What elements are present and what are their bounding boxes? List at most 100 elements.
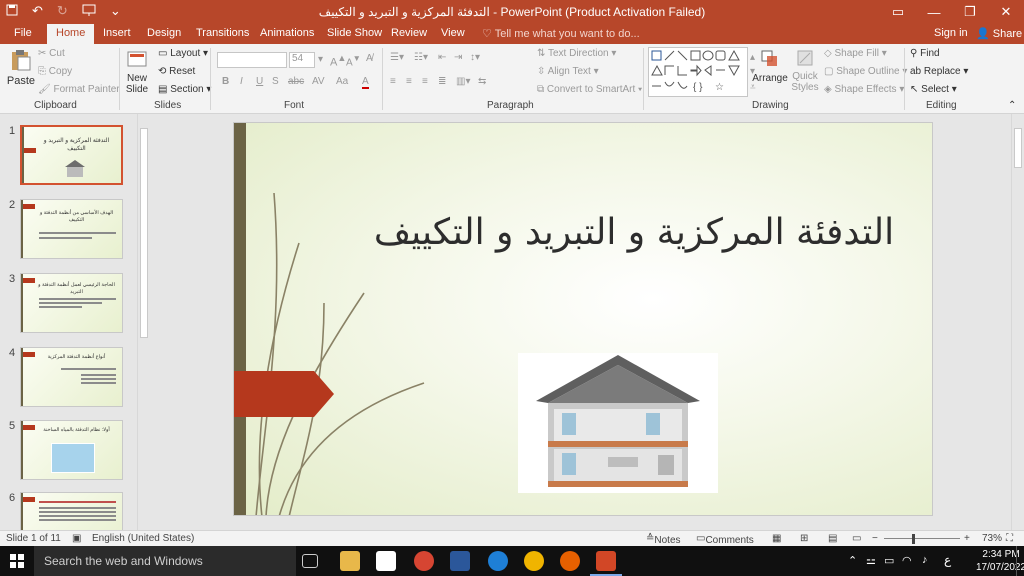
normal-view-icon[interactable]: ▦ (772, 533, 781, 544)
new-slide-button[interactable]: New Slide (124, 48, 150, 95)
zoom-slider-thumb[interactable] (912, 534, 915, 544)
tab-slide-show[interactable]: Slide Show (327, 27, 382, 39)
input-language[interactable]: ع (944, 553, 951, 567)
minimize-icon[interactable]: — (916, 0, 952, 24)
layout-button[interactable]: ▭ Layout ▾ (158, 48, 208, 59)
font-name-input[interactable] (217, 52, 287, 68)
slide-thumbnail-4[interactable]: أنواع أنظمة التدفئة المركزية (20, 347, 123, 407)
change-case-button[interactable]: Aa (336, 76, 348, 87)
tab-transitions[interactable]: Transitions (196, 27, 249, 39)
line-spacing-icon[interactable]: ↕▾ (470, 52, 480, 63)
battery-icon[interactable]: ▭ (884, 554, 894, 567)
windows-start-icon[interactable] (10, 554, 24, 568)
paste-button[interactable]: Paste (6, 48, 36, 98)
shrink-font-button[interactable]: A▼ (346, 53, 361, 68)
close-icon[interactable]: ✕ (988, 0, 1024, 24)
cut-button[interactable]: ✂ Cut (38, 48, 65, 59)
underline-button[interactable]: U (256, 76, 263, 87)
show-desktop-button[interactable] (1016, 546, 1017, 576)
font-color-button[interactable]: A (362, 76, 369, 89)
slideshow-view-icon[interactable]: ▭ (852, 533, 861, 544)
zoom-level[interactable]: 73% (982, 533, 1002, 544)
tab-view[interactable]: View (441, 27, 465, 39)
justify-icon[interactable]: ≣ (438, 76, 446, 87)
zoom-slider[interactable] (884, 538, 960, 539)
text-direction-button[interactable]: ⇅ Text Direction ▾ (537, 48, 616, 59)
firefox-icon[interactable] (560, 551, 580, 571)
shape-effects-button[interactable]: ◈ Shape Effects ▾ (824, 84, 904, 95)
align-right-icon[interactable]: ≡ (422, 76, 428, 87)
shadow-button[interactable]: S (272, 76, 279, 87)
house-image[interactable] (518, 353, 718, 493)
tray-chevron-icon[interactable]: ⌃ (848, 554, 857, 567)
bullets-icon[interactable]: ☰▾ (390, 52, 404, 63)
shape-outline-button[interactable]: ▢ Shape Outline ▾ (824, 66, 907, 77)
zoom-in-icon[interactable]: + (964, 533, 970, 544)
copy-button[interactable]: ⎘ Copy (38, 66, 72, 77)
grow-font-button[interactable]: A▲ (330, 53, 346, 69)
notes-button[interactable]: ≙ Notes (646, 533, 681, 546)
maximize-icon[interactable]: ❐ (952, 0, 988, 24)
increase-indent-icon[interactable]: ⇥ (454, 52, 462, 63)
align-center-icon[interactable]: ≡ (406, 76, 412, 87)
decrease-indent-icon[interactable]: ⇤ (438, 52, 446, 63)
section-button[interactable]: ▤ Section ▾ (158, 84, 211, 95)
convert-smartart-button[interactable]: ⧉ Convert to SmartArt ▾ (537, 84, 642, 95)
word-icon[interactable] (450, 551, 470, 571)
sign-in-link[interactable]: Sign in (934, 27, 968, 39)
tab-home[interactable]: Home (47, 24, 95, 44)
italic-button[interactable]: I (240, 76, 243, 87)
thumbnails-scrollbar[interactable] (137, 114, 149, 530)
chrome-icon[interactable] (414, 551, 434, 571)
replace-button[interactable]: ab Replace ▾ (910, 66, 968, 77)
align-left-icon[interactable]: ≡ (390, 76, 396, 87)
spellcheck-icon[interactable]: ▣ (72, 533, 81, 544)
clear-formatting-icon[interactable]: A̸ (366, 53, 373, 64)
store-icon[interactable] (376, 551, 396, 571)
volume-icon[interactable]: ♪ (922, 554, 928, 566)
task-view-icon[interactable] (302, 554, 318, 568)
tell-me-box[interactable]: ♡ Tell me what you want to do... (482, 27, 640, 40)
language-indicator[interactable]: English (United States) (92, 533, 194, 544)
strikethrough-button[interactable]: abc (288, 76, 304, 87)
slide-thumbnail-5[interactable]: أولا: نظام التدفئة بالمياه الساخنة (20, 420, 123, 480)
shape-fill-button[interactable]: ◇ Shape Fill ▾ (824, 48, 887, 59)
zoom-out-icon[interactable]: − (872, 533, 878, 544)
font-size-dropdown[interactable]: ▾ (318, 54, 323, 65)
taskbar-search-input[interactable]: Search the web and Windows (34, 546, 296, 576)
slide-thumbnail-2[interactable]: الهدف الأساسي من أنظمة التدفئة و التكييف (20, 199, 123, 259)
slide-thumbnail-6[interactable] (20, 492, 123, 530)
comments-button[interactable]: ▭ Comments (696, 533, 754, 546)
rtl-icon[interactable]: ⇆ (478, 76, 486, 87)
wifi-icon[interactable]: ◠ (902, 554, 912, 567)
select-button[interactable]: ↖ Select ▾ (910, 84, 957, 95)
find-button[interactable]: ⚲ Find (910, 48, 940, 59)
slide-thumbnail-1[interactable]: التدفئة المركزية و التبريد و التكييف (20, 125, 123, 185)
file-explorer-icon[interactable] (340, 551, 360, 571)
arrange-button[interactable]: Arrange (752, 48, 788, 84)
align-text-button[interactable]: ⇳ Align Text ▾ (537, 66, 599, 77)
browser-icon[interactable] (524, 551, 544, 571)
shapes-gallery[interactable]: { } ☆ (648, 47, 748, 97)
collapse-ribbon-icon[interactable]: ⌃ (1008, 100, 1016, 111)
font-size-input[interactable]: 54 (289, 52, 315, 68)
tab-animations[interactable]: Animations (260, 27, 314, 39)
slide-thumbnail-3[interactable]: الحاجة الرئيسي لعمل أنظمة التدفئة و التب… (20, 273, 123, 333)
format-painter-button[interactable]: 🖌 Format Painter (38, 84, 120, 95)
edge-icon[interactable] (488, 551, 508, 571)
tab-design[interactable]: Design (147, 27, 181, 39)
tab-review[interactable]: Review (391, 27, 427, 39)
slide-scrollbar[interactable] (1011, 114, 1024, 530)
fit-slide-icon[interactable]: ⛶ (1006, 533, 1013, 544)
ribbon-display-icon[interactable]: ▭ (880, 0, 916, 24)
slide-title[interactable]: التدفئة المركزية و التبريد و التكييف (364, 209, 904, 257)
network-icon[interactable]: ⚍ (866, 554, 876, 567)
columns-icon[interactable]: ▥▾ (456, 76, 470, 87)
quick-styles-button[interactable]: Quick Styles (790, 48, 820, 93)
powerpoint-icon[interactable] (596, 551, 616, 571)
numbering-icon[interactable]: ☷▾ (414, 52, 428, 63)
reset-button[interactable]: ⟲ Reset (158, 66, 195, 77)
bold-button[interactable]: B (222, 76, 229, 87)
char-spacing-button[interactable]: AV (312, 76, 325, 87)
slide-sorter-icon[interactable]: ⊞ (800, 533, 808, 544)
